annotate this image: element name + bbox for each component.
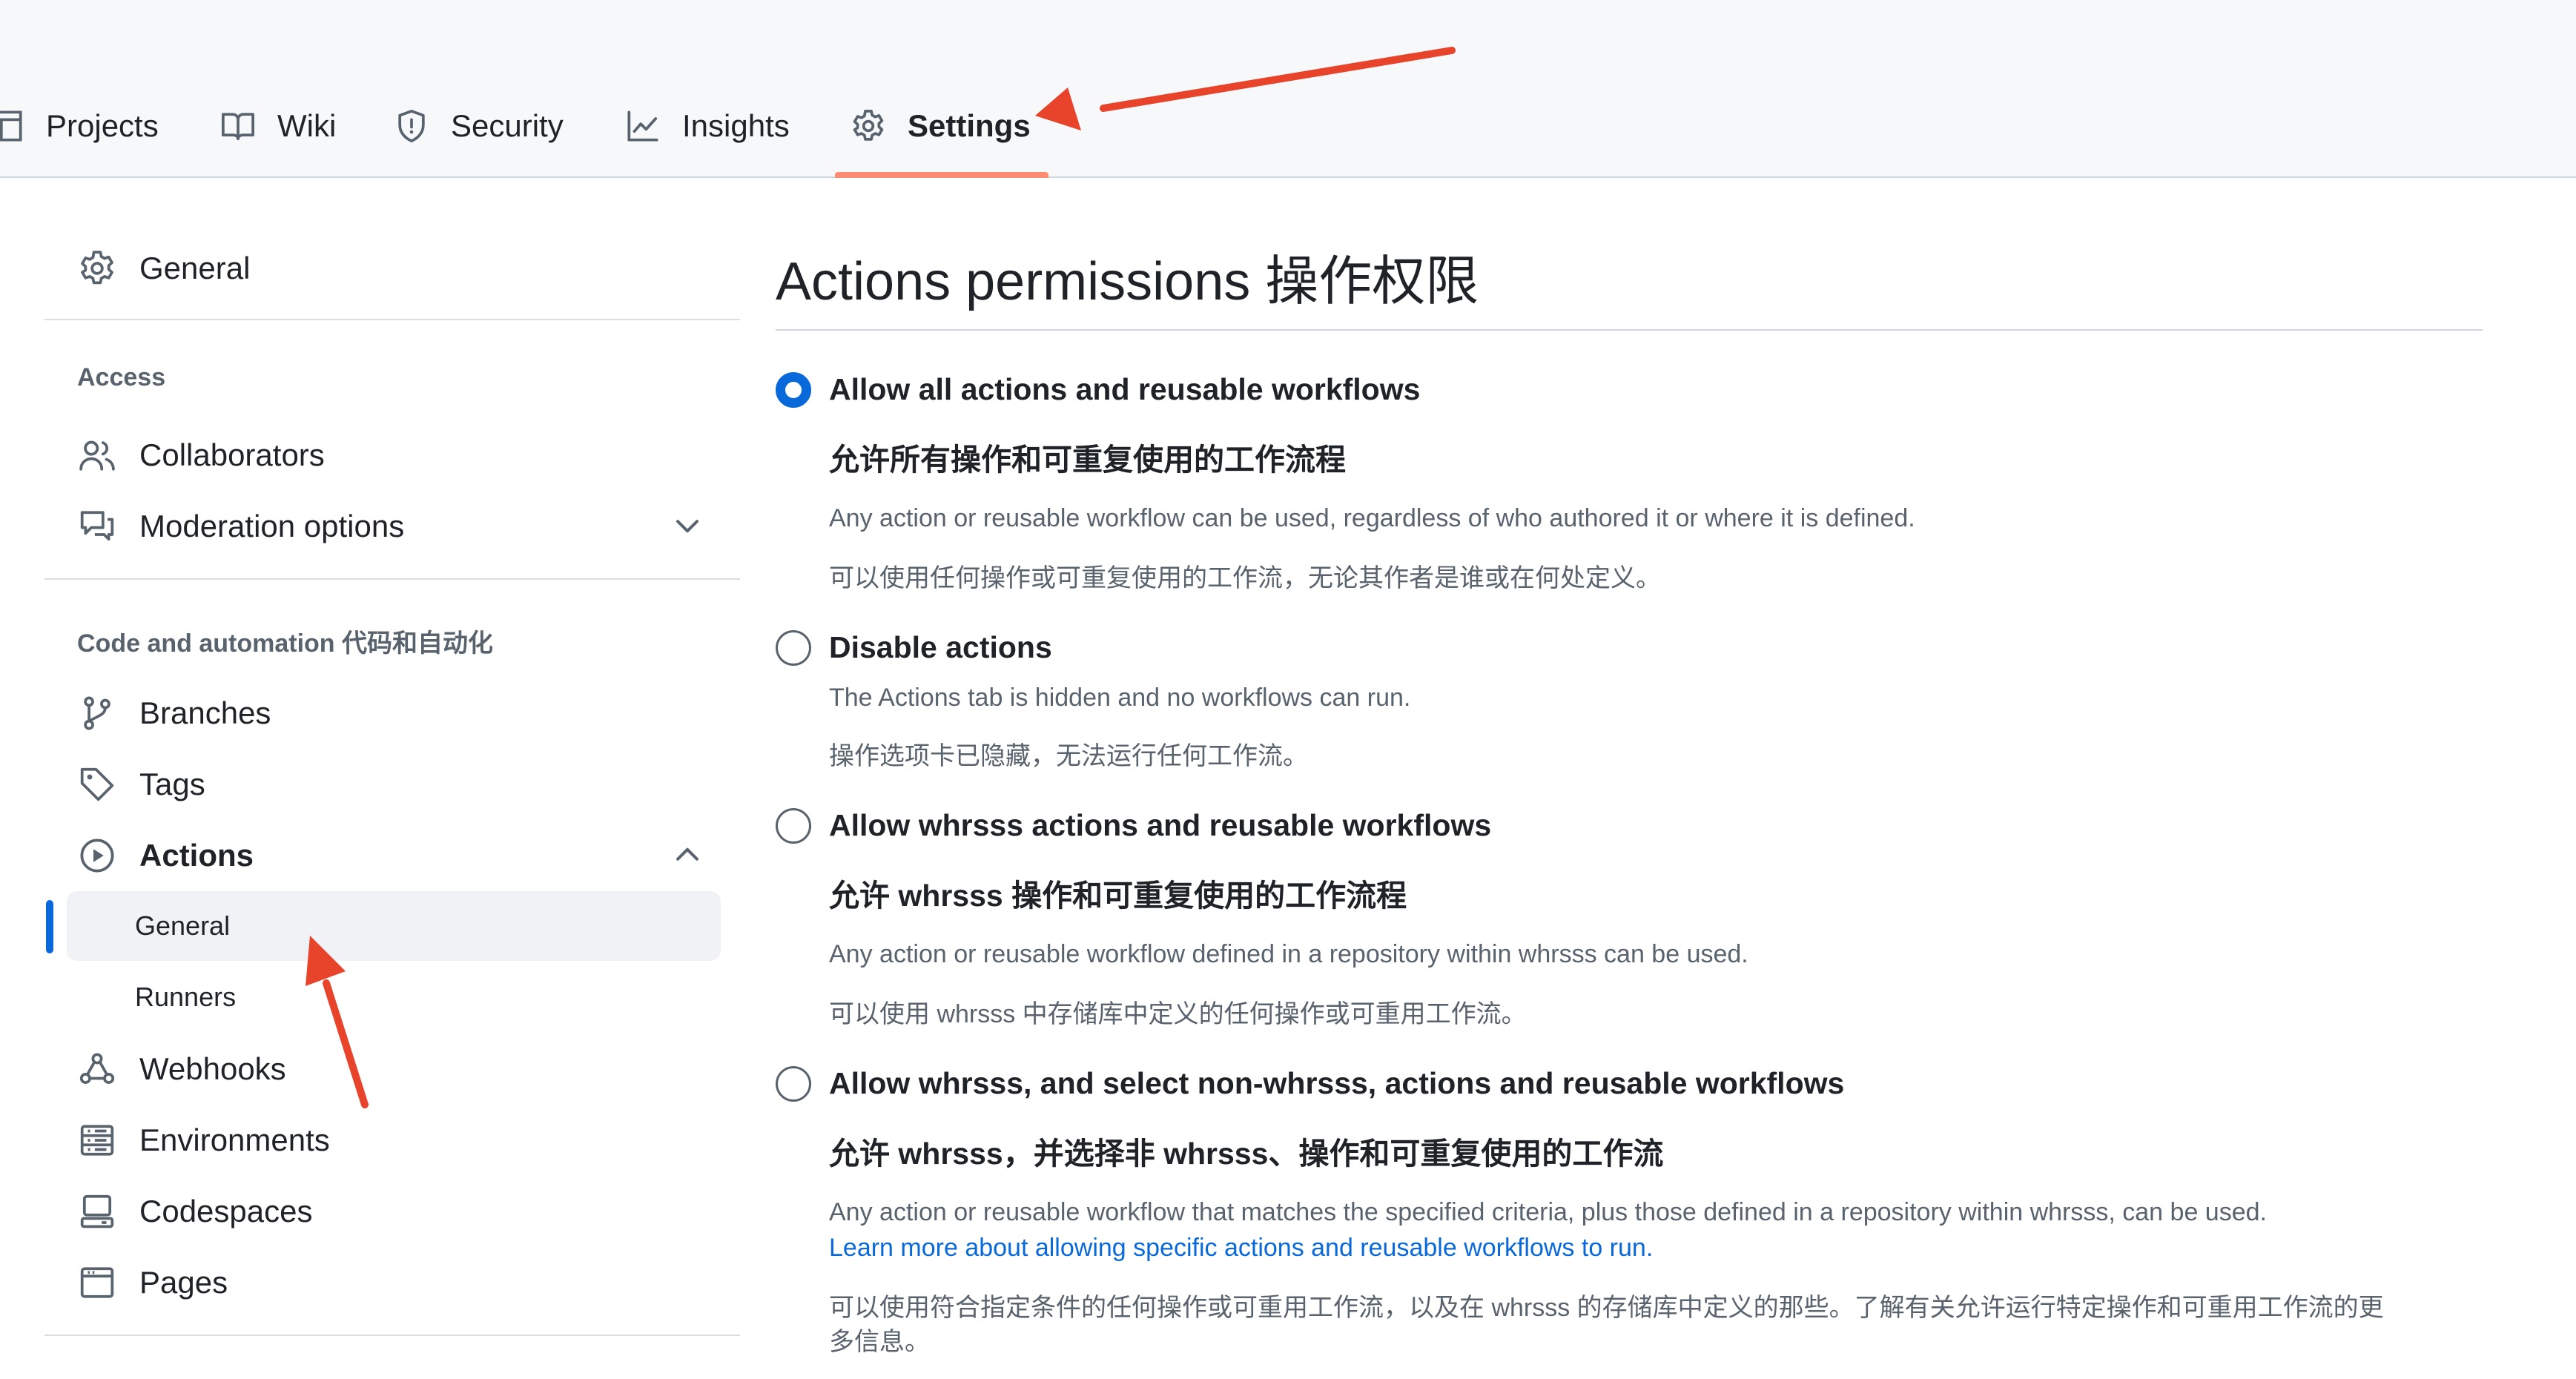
tab-security[interactable]: Security [394,95,564,157]
table-icon [0,110,22,142]
gear-icon [81,251,113,285]
sidebar-item-label: Collaborators [139,437,325,472]
option-label-cn: 允许 whrsss 操作和可重复使用的工作流程 [829,879,1407,913]
option-description: Any action or reusable workflow can be u… [829,504,1915,532]
title-divider [776,329,2483,331]
sidebar-item-tags[interactable]: Tags [67,753,734,816]
tab-label: Insights [682,108,790,143]
sidebar-item-label: Runners [135,982,237,1012]
codespaces-icon [80,1194,114,1228]
option-description: Any action or reusable workflow defined … [829,940,1748,968]
page-title: Actions permissions 操作权限 [776,252,1479,311]
sidebar-item-label: Actions [139,838,254,873]
sidebar-item-collaborators[interactable]: Collaborators [67,424,734,486]
option-description-cn: 操作选项卡已隐藏，无法运行任何工作流。 [829,742,1308,770]
option-description-cn-cont: 多信息。 [829,1328,930,1356]
chevron-up-icon[interactable] [670,838,704,872]
report-icon [80,511,114,541]
repo-tab-bar: Projects Wiki Security Insights Settings [0,0,2576,178]
play-icon [80,839,114,873]
sidebar-heading-code-automation: Code and automation 代码和自动化 [77,629,493,658]
sidebar-divider [44,319,740,320]
tab-label: Settings [908,108,1031,143]
sidebar-heading-access: Access [77,363,166,391]
browser-icon [80,1267,114,1298]
server-icon [80,1125,114,1156]
tab-label: Security [451,108,564,143]
sidebar-item-codespaces[interactable]: Codespaces [67,1180,734,1243]
option-description-cn: 可以使用任何操作或可重复使用的工作流，无论其作者是谁或在何处定义。 [829,564,1661,592]
sidebar-item-general[interactable]: General [67,237,734,300]
sidebar-divider [44,578,740,580]
option-description-cn: 可以使用符合指定条件的任何操作或可重用工作流，以及在 whrsss 的存储库中定… [829,1294,2384,1322]
sidebar-item-actions[interactable]: Actions [67,824,734,887]
sidebar-item-label: General [135,910,231,941]
book-icon [222,113,254,141]
sidebar-item-webhooks[interactable]: Webhooks [67,1038,734,1100]
sidebar-subitem-actions-general[interactable]: General [67,891,721,961]
option-label-cn: 允许 whrsss，并选择非 whrsss、操作和可重复使用的工作流 [829,1137,1664,1171]
gear-icon [853,110,884,141]
shield-icon [398,110,425,142]
selected-indicator [46,900,53,953]
sidebar-item-environments[interactable]: Environments [67,1109,734,1171]
sidebar-item-pages[interactable]: Pages [67,1251,734,1314]
chevron-down-icon[interactable] [670,509,704,543]
sidebar-subitem-runners[interactable]: Runners [67,962,721,1032]
radio-allow-select[interactable] [776,1066,811,1102]
sidebar-item-label: Tags [139,767,205,801]
graph-icon [627,110,658,142]
sidebar-item-label: General [139,251,251,285]
option-label: Allow whrsss actions and reusable workfl… [829,808,1492,842]
tab-wiki[interactable]: Wiki [221,95,336,157]
sidebar-item-label: Pages [139,1265,228,1300]
sidebar-item-label: Environments [139,1122,330,1157]
option-label: Disable actions [829,630,1052,664]
radio-disable-actions[interactable] [776,630,811,666]
option-description-cn: 可以使用 whrsss 中存储库中定义的任何操作或可重用工作流。 [829,1000,1527,1028]
tab-projects[interactable]: Projects [0,95,159,157]
radio-allow-all[interactable] [776,372,811,408]
option-label: Allow all actions and reusable workflows [829,372,1421,406]
sidebar-item-label: Moderation options [139,509,405,543]
option-description: Any action or reusable workflow that mat… [829,1198,2267,1226]
tab-label: Projects [46,108,159,143]
tab-label: Wiki [277,108,337,143]
option-description: The Actions tab is hidden and no workflo… [829,684,1411,712]
sidebar-item-label: Codespaces [139,1194,313,1228]
tab-insights[interactable]: Insights [626,95,790,157]
sidebar-item-branches[interactable]: Branches [67,682,734,744]
people-icon [79,440,115,471]
tab-settings[interactable]: Settings [851,95,1031,157]
radio-allow-whrsss[interactable] [776,808,811,844]
sidebar-divider [44,1335,740,1336]
sidebar-item-label: Branches [139,695,271,730]
sidebar-item-label: Webhooks [139,1051,286,1086]
settings-sidebar: General Access Collaborators Moderation … [0,178,749,1379]
option-label-cn: 允许所有操作和可重复使用的工作流程 [829,443,1346,477]
webhook-icon [79,1053,115,1084]
option-label: Allow whrsss, and select non-whrsss, act… [829,1066,1845,1100]
sidebar-item-moderation-options[interactable]: Moderation options [67,495,734,558]
git-branch-icon [84,696,110,730]
learn-more-link[interactable]: Learn more about allowing specific actio… [829,1234,1653,1263]
active-tab-underline [835,172,1048,178]
tag-icon [80,767,114,801]
